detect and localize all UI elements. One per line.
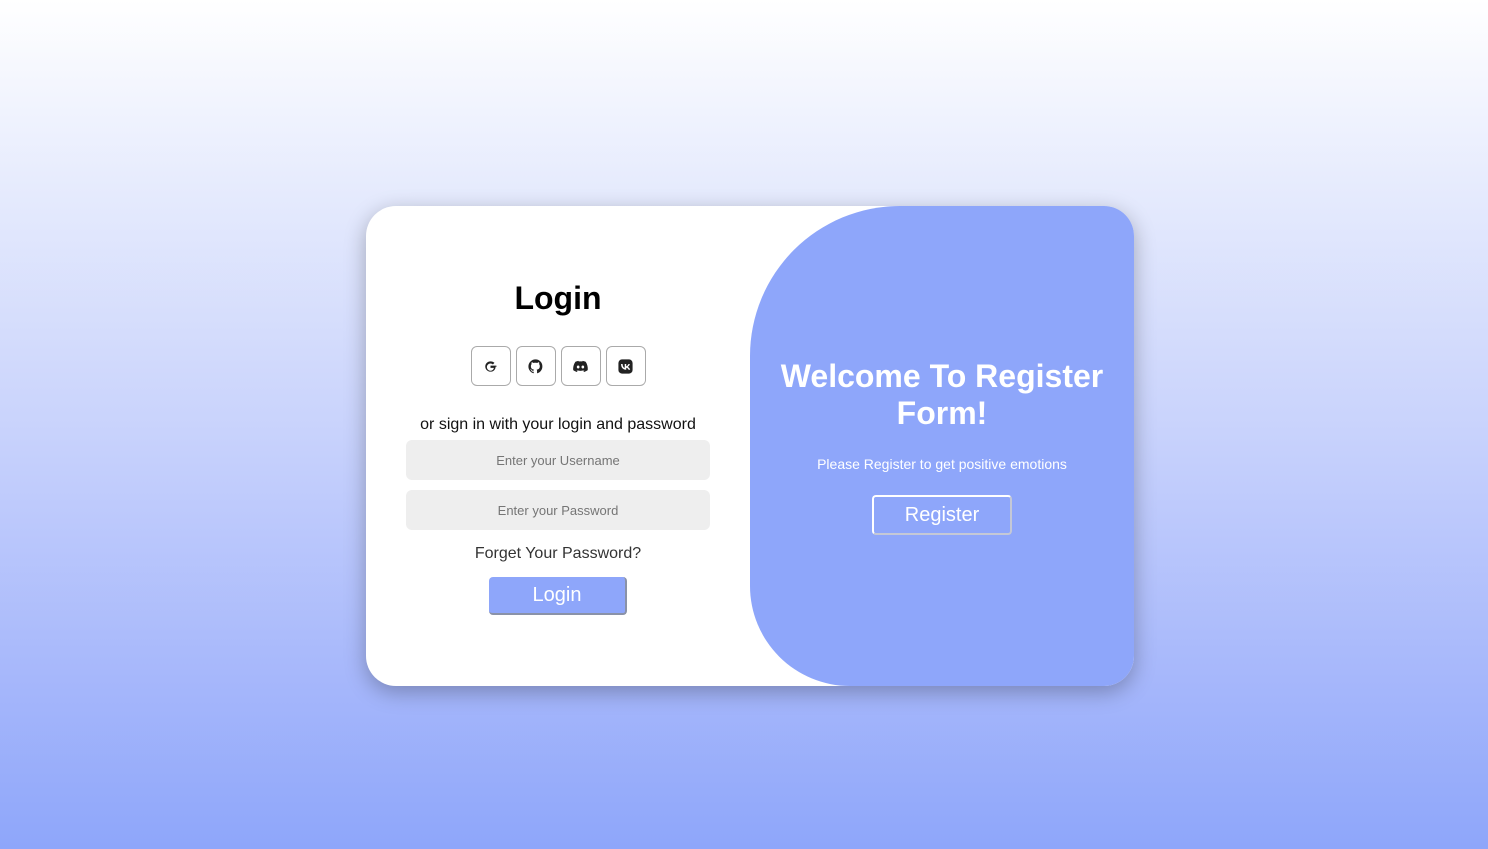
welcome-heading: Welcome To Register Form!: [780, 358, 1104, 431]
alternative-signin-text: or sign in with your login and password: [420, 416, 696, 433]
github-icon: [528, 358, 543, 373]
google-login-button[interactable]: [470, 346, 511, 386]
github-login-button[interactable]: [515, 346, 556, 386]
vk-icon: [618, 358, 633, 374]
login-title: Login: [514, 280, 602, 316]
register-button[interactable]: Register: [872, 495, 1012, 535]
login-form: Login or sign in with your login and pas…: [366, 206, 750, 686]
forgot-password-link[interactable]: Forget Your Password?: [475, 544, 641, 564]
login-button[interactable]: Login: [489, 577, 627, 615]
auth-card: Login or sign in with your login and pas…: [366, 206, 1134, 686]
vk-login-button[interactable]: [605, 346, 646, 386]
google-icon: [485, 360, 497, 372]
register-subtitle: Please Register to get positive emotions: [817, 456, 1067, 472]
password-input[interactable]: [406, 490, 710, 530]
register-panel: Welcome To Register Form! Please Registe…: [750, 206, 1134, 686]
social-login-row: [470, 346, 646, 386]
discord-login-button[interactable]: [560, 346, 601, 386]
username-input[interactable]: [406, 440, 710, 480]
discord-icon: [573, 360, 588, 372]
